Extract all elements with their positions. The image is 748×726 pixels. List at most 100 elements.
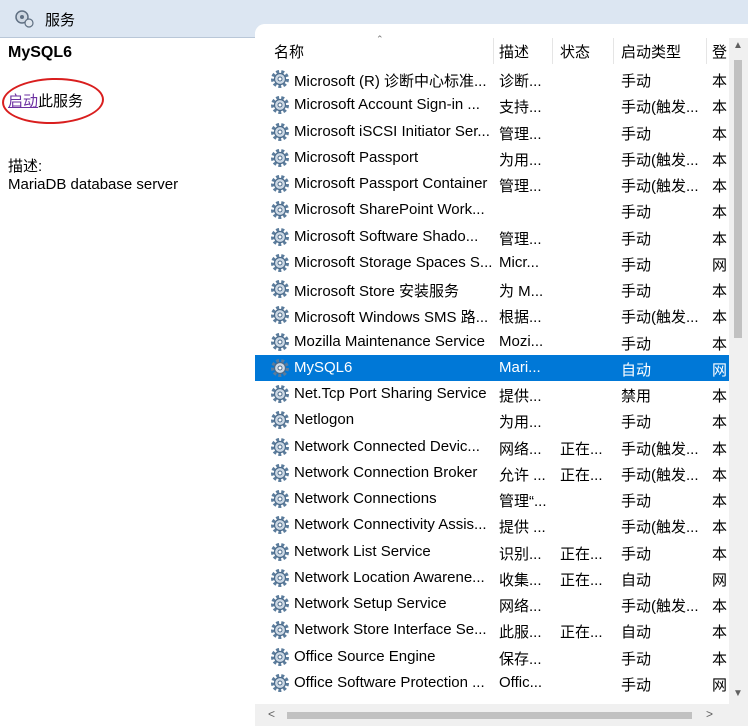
column-header-name[interactable]: 名称: [274, 41, 304, 62]
service-name-cell: Microsoft Storage Spaces S...: [294, 253, 493, 271]
table-row[interactable]: Network Location Awarene... 收集... 正在... 自动网: [255, 565, 748, 591]
table-row[interactable]: Network Connections 管理“... 手动本: [255, 486, 748, 512]
sort-ascending-icon: ⌃: [376, 34, 384, 44]
column-header-status[interactable]: 状态: [560, 41, 590, 62]
service-startup-type-cell: 自动: [621, 361, 652, 379]
table-row[interactable]: Microsoft Storage Spaces S... Micr... 手动网: [255, 250, 748, 276]
service-name-cell: Network Location Awarene...: [294, 568, 485, 586]
gear-icon: [270, 489, 290, 509]
description-label: 描述:: [8, 158, 43, 175]
table-row[interactable]: Netlogon 为用... 手动本: [255, 407, 748, 433]
table-row[interactable]: Net.Tcp Port Sharing Service 提供... 禁用本: [255, 381, 748, 407]
service-description-cell: 保存...: [499, 650, 542, 668]
service-name-cell: Microsoft SharePoint Work...: [294, 201, 485, 219]
service-startup-type-cell: 手动(触发...: [621, 99, 699, 117]
service-startup-type-cell: 手动: [621, 676, 652, 694]
table-row[interactable]: Network Connectivity Assis... 提供 ... 手动(触发…: [255, 512, 748, 538]
service-startup-type-cell: 手动(触发...: [621, 440, 699, 458]
gear-icon: [270, 305, 290, 325]
horizontal-scrollbar[interactable]: < >: [255, 704, 748, 726]
gear-icon: [270, 174, 290, 194]
service-description-cell: 收集...: [499, 571, 542, 589]
service-description-cell: Micr...: [499, 253, 539, 271]
table-row[interactable]: Network Connected Devic... 网络... 正在... 手动(触…: [255, 434, 748, 460]
service-description-cell: 管理...: [499, 125, 542, 143]
gear-icon: [270, 515, 290, 535]
column-header-description[interactable]: 描述: [499, 41, 529, 62]
gear-icon: [270, 358, 290, 378]
service-description-cell: 管理...: [499, 178, 542, 195]
column-header-row: ⌃ 名称 描述 状态 启动类型 登: [255, 24, 748, 66]
table-row[interactable]: Microsoft iSCSI Initiator Ser... 管理... 手动本: [255, 119, 748, 145]
service-startup-type-cell: 手动(触发...: [621, 466, 699, 484]
service-description-cell: 管理“...: [499, 493, 547, 510]
service-startup-type-cell: 手动: [621, 545, 652, 563]
service-description-cell: 提供...: [499, 388, 542, 405]
table-row[interactable]: Microsoft Software Shado... 管理... 手动本: [255, 224, 748, 250]
service-description-cell: 为 M...: [499, 283, 544, 300]
column-divider[interactable]: [706, 38, 707, 64]
service-startup-type-cell: 手动: [621, 493, 652, 510]
service-name-cell: Network Store Interface Se...: [294, 621, 487, 639]
service-description-cell: 诊断...: [499, 73, 542, 90]
table-row[interactable]: Mozilla Maintenance Service Mozi... 手动本: [255, 329, 748, 355]
vertical-scrollbar[interactable]: ▲ ▼: [729, 38, 748, 704]
service-status-cell: 正在...: [560, 545, 603, 563]
table-row[interactable]: Office Source Engine 保存... 手动本: [255, 644, 748, 670]
column-divider[interactable]: [552, 38, 553, 64]
service-detail-pane: [0, 38, 255, 726]
service-name-cell: Office Source Engine: [294, 647, 436, 665]
service-name-cell: Microsoft iSCSI Initiator Ser...: [294, 122, 490, 140]
column-header-startup-type[interactable]: 启动类型: [621, 41, 681, 62]
service-name-cell: Microsoft Store 安装服务: [294, 283, 460, 300]
service-startup-type-cell: 自动: [621, 624, 652, 642]
table-row[interactable]: Microsoft Passport 为用... 手动(触发... 本: [255, 145, 748, 171]
scroll-up-arrow-icon[interactable]: ▲: [733, 40, 743, 51]
service-startup-type-cell: 手动: [621, 256, 652, 274]
service-status-cell: 正在...: [560, 440, 603, 458]
horizontal-scroll-thumb[interactable]: [287, 712, 692, 719]
service-description-cell: 支持...: [499, 99, 542, 117]
table-row[interactable]: Network Connection Broker 允许 ... 正在... 手动(触…: [255, 460, 748, 486]
table-row[interactable]: Network Store Interface Se... 此服... 正在... 自…: [255, 617, 748, 643]
service-startup-type-cell: 手动: [621, 283, 652, 300]
service-startup-type-cell: 手动: [621, 73, 652, 90]
service-startup-type-cell: 禁用: [621, 388, 652, 405]
table-row[interactable]: Office Software Protection ... Offic... 手动…: [255, 670, 748, 696]
column-header-logon[interactable]: 登: [712, 41, 727, 62]
table-row[interactable]: Microsoft Passport Container 管理... 手动(触发..…: [255, 171, 748, 197]
service-description-cell: Mozi...: [499, 332, 544, 350]
table-row[interactable]: Microsoft (R) 诊断中心标准... 诊断... 手动本: [255, 66, 748, 92]
service-description-cell: 提供 ...: [499, 519, 546, 537]
service-startup-type-cell: 手动(触发...: [621, 519, 699, 537]
gear-icon: [270, 95, 290, 115]
service-description-cell: 为用...: [499, 151, 542, 169]
service-name-cell: Microsoft (R) 诊断中心标准...: [294, 73, 487, 90]
selected-service-name: MySQL6: [8, 44, 73, 61]
service-description-cell: 网络...: [499, 598, 542, 615]
column-divider[interactable]: [613, 38, 614, 64]
service-startup-type-cell: 手动(触发...: [621, 178, 699, 195]
scroll-down-arrow-icon[interactable]: ▼: [733, 688, 743, 699]
service-startup-type-cell: 手动: [621, 125, 652, 143]
scroll-left-arrow-icon[interactable]: <: [268, 707, 275, 721]
services-icon: [15, 10, 34, 28]
service-description-cell: 为用...: [499, 414, 542, 432]
table-row[interactable]: Network Setup Service 网络... 手动(触发... 本: [255, 591, 748, 617]
table-row[interactable]: Microsoft Store 安装服务为 M... 手动本: [255, 276, 748, 302]
table-row[interactable]: Microsoft Account Sign-in ... 支持... 手动(触发.…: [255, 92, 748, 118]
gear-icon: [270, 148, 290, 168]
table-row[interactable]: Network List Service 识别... 正在... 手动本: [255, 539, 748, 565]
gear-icon: [270, 69, 290, 89]
table-row[interactable]: Microsoft SharePoint Work... 手动本: [255, 197, 748, 223]
gear-icon: [270, 463, 290, 483]
service-description-cell: 此服...: [499, 624, 542, 642]
service-name-cell: Net.Tcp Port Sharing Service: [294, 385, 487, 402]
scroll-right-arrow-icon[interactable]: >: [706, 707, 713, 721]
gear-icon: [270, 647, 290, 667]
column-divider[interactable]: [493, 38, 494, 64]
table-row[interactable]: MySQL6 Mari... 自动网: [255, 354, 748, 381]
table-row[interactable]: Microsoft Windows SMS 路... 根据... 手动(触发... 本: [255, 302, 748, 328]
vertical-scroll-thumb[interactable]: [734, 60, 742, 338]
window-title: 服务: [45, 12, 76, 29]
